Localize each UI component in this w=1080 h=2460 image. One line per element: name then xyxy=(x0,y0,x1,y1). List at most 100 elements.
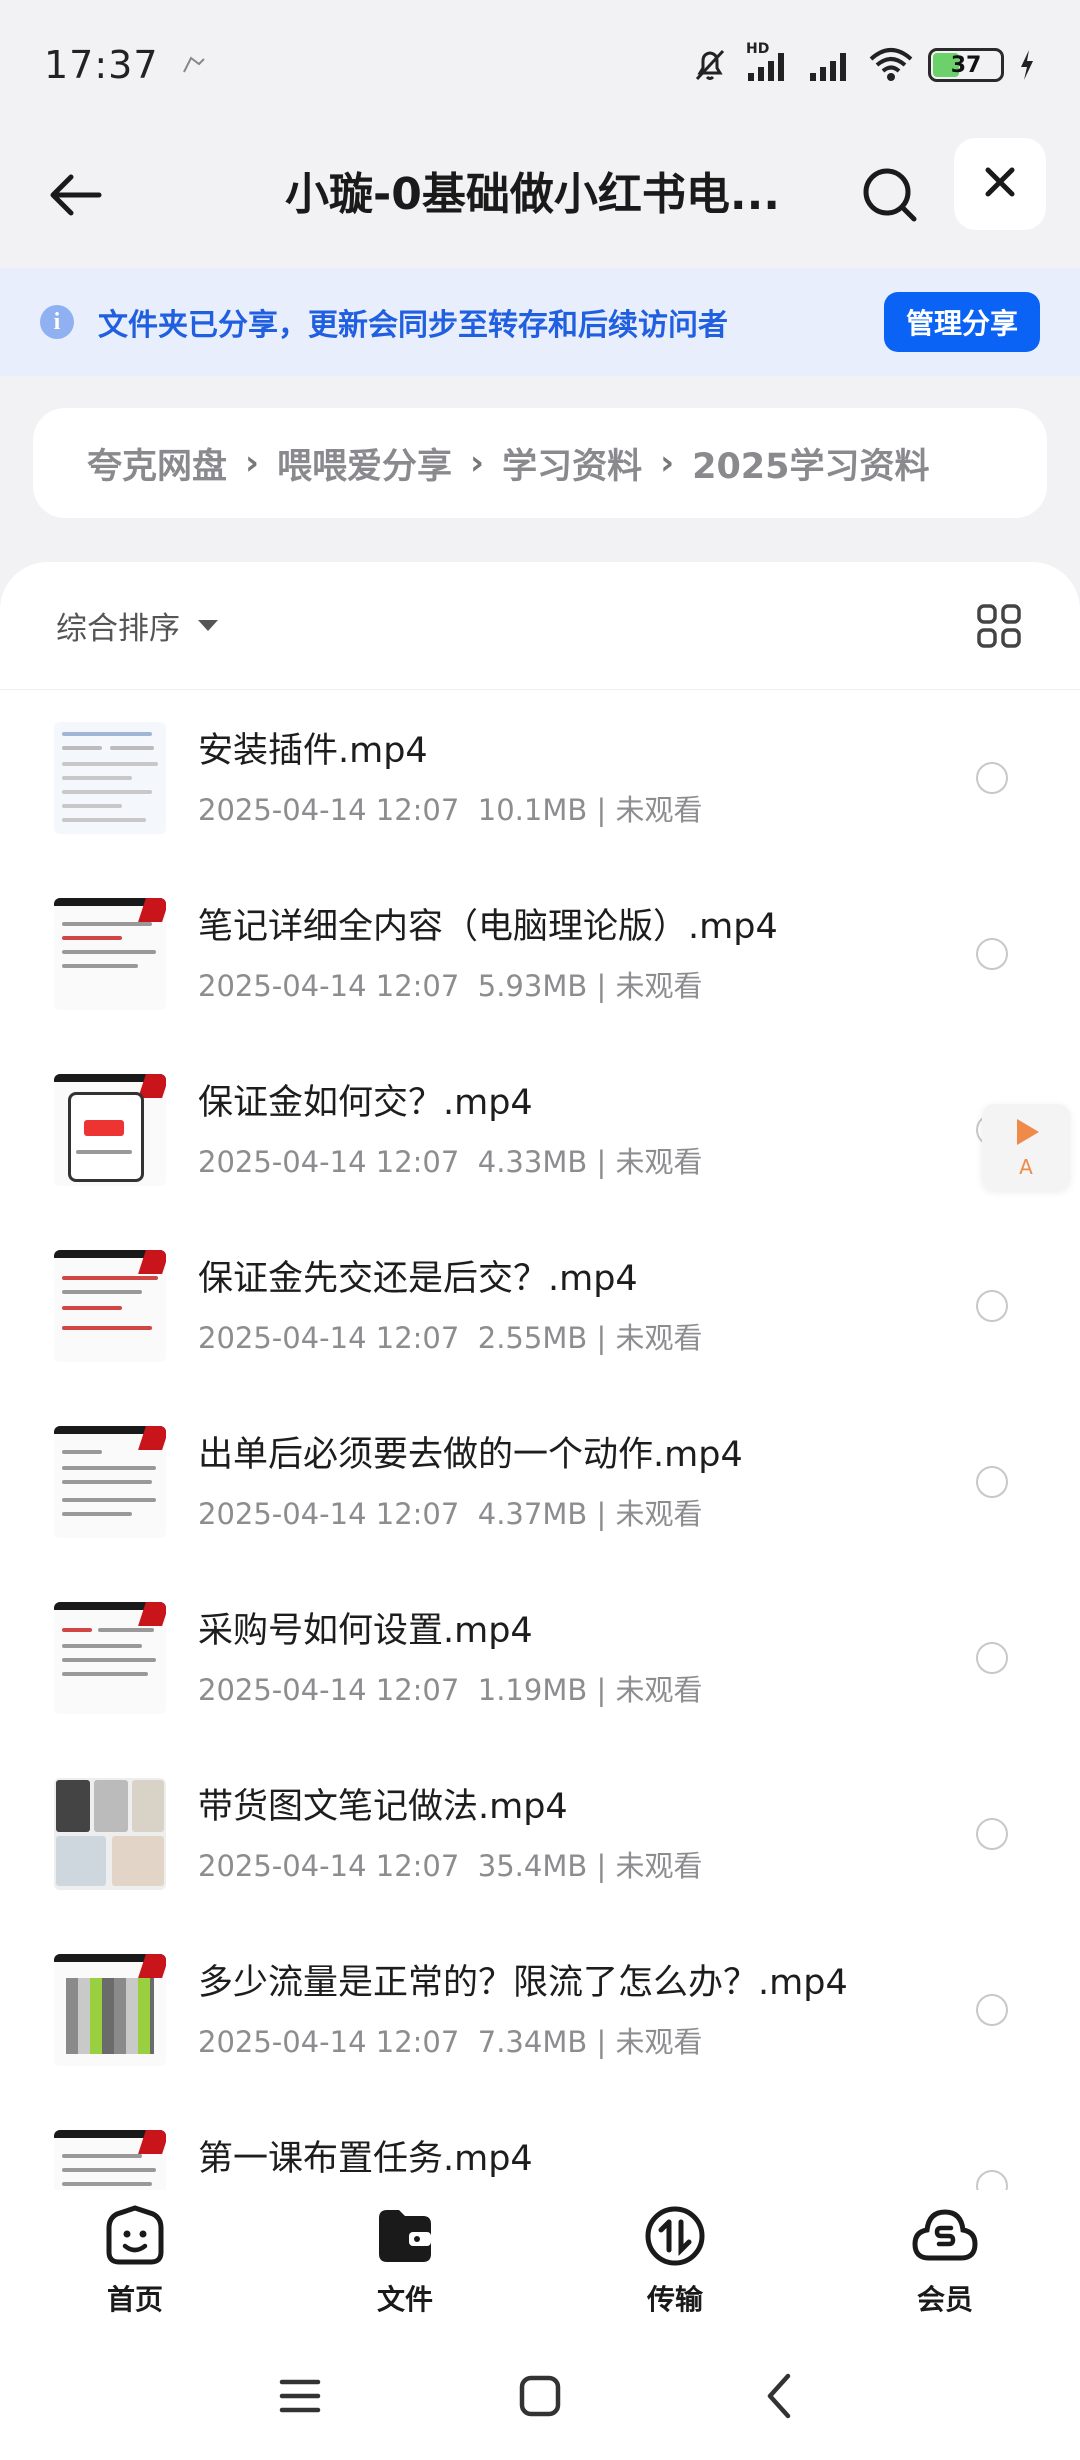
video-thumbnail xyxy=(54,1778,166,1890)
close-button[interactable] xyxy=(954,138,1046,230)
breadcrumb-item[interactable]: 夸克网盘 xyxy=(87,438,227,489)
chevron-right-icon: › xyxy=(245,443,260,483)
file-date: 2025-04-14 12:07 xyxy=(198,2025,460,2059)
watch-status: 未观看 xyxy=(615,793,703,827)
float-player-letter: A xyxy=(1019,1155,1033,1179)
file-size: 4.37MB xyxy=(477,1497,588,1531)
video-thumbnail xyxy=(54,1602,166,1714)
file-date: 2025-04-14 12:07 xyxy=(198,1673,460,1707)
meta-separator: | xyxy=(596,1145,607,1179)
file-row[interactable]: 多少流量是正常的？限流了怎么办？.mp4 2025-04-14 12:07 7.… xyxy=(0,1922,1080,2098)
wifi-icon xyxy=(868,45,914,85)
file-size: 1.19MB xyxy=(477,1673,588,1707)
tab-home-label: 首页 xyxy=(106,2283,163,2316)
file-info: 带货图文笔记做法.mp4 2025-04-14 12:07 35.4MB | 未… xyxy=(198,1778,703,1885)
breadcrumb-item-current[interactable]: 2025学习资料 xyxy=(692,438,929,489)
breadcrumb: 夸克网盘 › 喂喂爱分享 › 学习资料 › 2025学习资料 xyxy=(33,408,1047,518)
vip-cloud-icon xyxy=(911,2204,979,2272)
floating-player[interactable]: A xyxy=(982,1104,1070,1190)
top-nav: 小璇-0基础做小红书电... xyxy=(0,130,1080,265)
video-thumbnail xyxy=(54,1954,166,2066)
file-info: 笔记详细全内容（电脑理论版）.mp4 2025-04-14 12:07 5.93… xyxy=(198,898,778,1005)
arrow-left-icon[interactable] xyxy=(40,160,110,230)
status-bar: 17:37 HD 37 xyxy=(0,0,1080,130)
breadcrumb-item[interactable]: 学习资料 xyxy=(502,438,642,489)
file-row[interactable]: 第一课布置任务.mp4 xyxy=(0,2098,1080,2202)
tab-files-label: 文件 xyxy=(376,2283,433,2316)
sort-dropdown[interactable]: 综合排序 xyxy=(56,603,180,648)
file-name: 带货图文笔记做法.mp4 xyxy=(198,1787,568,1827)
chevron-right-icon: › xyxy=(470,443,485,483)
file-size: 4.33MB xyxy=(477,1145,588,1179)
file-row[interactable]: 带货图文笔记做法.mp4 2025-04-14 12:07 35.4MB | 未… xyxy=(0,1746,1080,1922)
file-size: 2.55MB xyxy=(477,1321,588,1355)
file-info: 保证金如何交？.mp4 2025-04-14 12:07 4.33MB | 未观… xyxy=(198,1074,703,1181)
battery-level: 37 xyxy=(950,52,982,78)
file-info: 采购号如何设置.mp4 2025-04-14 12:07 1.19MB | 未观… xyxy=(198,1602,703,1709)
meta-separator: | xyxy=(596,969,607,1003)
file-meta: 2025-04-14 12:07 4.37MB | 未观看 xyxy=(198,1491,743,1533)
file-row[interactable]: 采购号如何设置.mp4 2025-04-14 12:07 1.19MB | 未观… xyxy=(0,1570,1080,1746)
file-info: 出单后必须要去做的一个动作.mp4 2025-04-14 12:07 4.37M… xyxy=(198,1426,743,1533)
breadcrumb-item[interactable]: 喂喂爱分享 xyxy=(277,438,452,489)
menu-icon[interactable] xyxy=(268,2364,332,2428)
network-label: HD xyxy=(746,41,770,57)
file-name: 多少流量是正常的？限流了怎么办？.mp4 xyxy=(198,1963,848,2003)
caret-down-icon[interactable] xyxy=(198,620,218,631)
file-row[interactable]: 出单后必须要去做的一个动作.mp4 2025-04-14 12:07 4.37M… xyxy=(0,1394,1080,1570)
tab-home[interactable]: 首页 xyxy=(0,2190,270,2330)
meta-separator: | xyxy=(596,793,607,827)
battery-indicator: 37 xyxy=(928,48,1004,82)
status-time: 17:37 xyxy=(44,43,159,87)
manage-share-button[interactable]: 管理分享 xyxy=(883,292,1040,352)
file-name: 第一课布置任务.mp4 xyxy=(198,2139,533,2179)
file-row[interactable]: 安装插件.mp4 2025-04-14 12:07 10.1MB | 未观看 xyxy=(0,690,1080,866)
watch-status: 未观看 xyxy=(615,2025,703,2059)
file-meta: 2025-04-14 12:07 35.4MB | 未观看 xyxy=(198,1843,703,1885)
file-info: 安装插件.mp4 2025-04-14 12:07 10.1MB | 未观看 xyxy=(198,722,703,829)
file-row[interactable]: 笔记详细全内容（电脑理论版）.mp4 2025-04-14 12:07 5.93… xyxy=(0,866,1080,1042)
file-name: 出单后必须要去做的一个动作.mp4 xyxy=(198,1435,743,1475)
mute-icon xyxy=(690,45,730,85)
status-icons: HD 37 xyxy=(690,41,1036,85)
file-meta: 2025-04-14 12:07 2.55MB | 未观看 xyxy=(198,1315,703,1357)
file-date: 2025-04-14 12:07 xyxy=(198,1497,460,1531)
select-radio[interactable] xyxy=(976,1466,1008,1498)
file-row[interactable]: 保证金如何交？.mp4 2025-04-14 12:07 4.33MB | 未观… xyxy=(0,1042,1080,1218)
file-size: 7.34MB xyxy=(477,2025,588,2059)
pin-icon xyxy=(181,54,207,82)
tab-vip[interactable]: 会员 xyxy=(810,2190,1080,2330)
select-radio[interactable] xyxy=(976,1642,1008,1674)
watch-status: 未观看 xyxy=(615,969,703,1003)
meta-separator: | xyxy=(596,1673,607,1707)
share-banner-text: 文件夹已分享，更新会同步至转存和后续访问者 xyxy=(98,308,728,343)
search-icon[interactable] xyxy=(852,155,928,235)
file-size: 35.4MB xyxy=(477,1849,588,1883)
charging-icon xyxy=(1018,48,1036,82)
file-row[interactable]: 保证金先交还是后交？.mp4 2025-04-14 12:07 2.55MB |… xyxy=(0,1218,1080,1394)
page-title: 小璇-0基础做小红书电... xyxy=(285,169,781,220)
meta-separator: | xyxy=(596,1321,607,1355)
select-radio[interactable] xyxy=(976,762,1008,794)
video-thumbnail xyxy=(54,1250,166,1362)
bottom-tab-bar: 首页 文件 传输 会员 xyxy=(0,2190,1080,2330)
watch-status: 未观看 xyxy=(615,1145,703,1179)
tab-transfer[interactable]: 传输 xyxy=(540,2190,810,2330)
grid-icon[interactable] xyxy=(974,601,1024,651)
file-panel: 综合排序 安装插件.mp4 2025-04-14 12:07 10.1MB | … xyxy=(0,562,1080,2202)
file-meta: 2025-04-14 12:07 7.34MB | 未观看 xyxy=(198,2019,848,2061)
file-meta: 2025-04-14 12:07 5.93MB | 未观看 xyxy=(198,963,778,1005)
tab-files[interactable]: 文件 xyxy=(270,2190,540,2330)
select-radio[interactable] xyxy=(976,1290,1008,1322)
video-thumbnail xyxy=(54,1426,166,1538)
select-radio[interactable] xyxy=(976,1818,1008,1850)
file-list: 安装插件.mp4 2025-04-14 12:07 10.1MB | 未观看 笔… xyxy=(0,690,1080,2202)
select-radio[interactable] xyxy=(976,938,1008,970)
watch-status: 未观看 xyxy=(615,1497,703,1531)
signal-icon xyxy=(808,45,854,85)
home-square-icon[interactable] xyxy=(508,2364,572,2428)
select-radio[interactable] xyxy=(976,1994,1008,2026)
transfer-icon xyxy=(643,2204,707,2272)
meta-separator: | xyxy=(596,1849,607,1883)
back-icon[interactable] xyxy=(748,2364,812,2428)
